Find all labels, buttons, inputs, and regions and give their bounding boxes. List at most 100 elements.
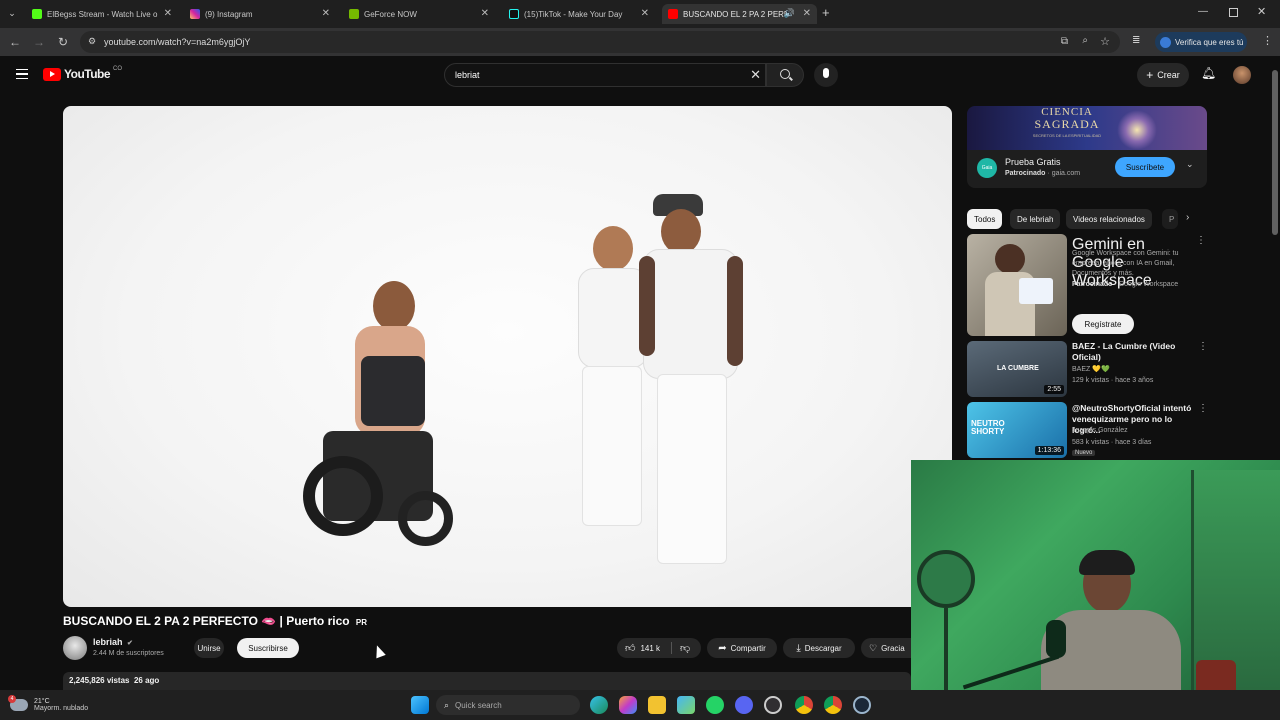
gaia-logo-icon: Gaia: [977, 158, 997, 178]
rec-menu-icon[interactable]: ⋮: [1198, 403, 1208, 414]
ad-banner[interactable]: CIENCIA SAGRADA SECRETOS DE LA ESPIRITUA…: [967, 106, 1207, 150]
browser-toolbar: ← → ↻ ⚙ youtube.com/watch?v=na2m6ygjOjY …: [0, 28, 1280, 56]
channel-name[interactable]: lebriah ✔: [93, 637, 133, 647]
bookmark-star-icon[interactable]: ☆: [1100, 35, 1110, 48]
steam-icon[interactable]: [853, 696, 871, 714]
weather-widget[interactable]: 4 21°C Mayorm. nublado: [8, 693, 88, 717]
thanks-button[interactable]: ♡ Gracia: [861, 638, 911, 658]
install-app-icon[interactable]: ⧉: [1061, 36, 1068, 47]
youtube-logo[interactable]: YouTube CO: [43, 66, 123, 81]
rec-title-baez[interactable]: BAEZ - La Cumbre (Video Oficial): [1072, 341, 1192, 363]
chrome-active-icon[interactable]: [824, 696, 842, 714]
close-tab-icon[interactable]: ✕: [164, 8, 172, 19]
taskbar-search[interactable]: ⌕ Quick search: [436, 695, 580, 715]
file-explorer-icon[interactable]: [648, 696, 666, 714]
join-button[interactable]: Unirse: [194, 638, 224, 658]
rec-thumbnail-neutro[interactable]: NEUTRO SHORTY 1:13:36: [967, 402, 1067, 458]
create-button[interactable]: + Crear: [1137, 63, 1189, 87]
forward-icon[interactable]: →: [32, 35, 46, 49]
close-tab-icon[interactable]: ✕: [803, 8, 811, 19]
obs-icon[interactable]: [764, 696, 782, 714]
rec-desc-gemini: Google Workspace con Gemini: tu empresa,…: [1072, 250, 1179, 277]
video-duration: 2:55: [1044, 385, 1064, 394]
rec-thumbnail-gemini[interactable]: [967, 234, 1067, 336]
address-bar[interactable]: ⚙ youtube.com/watch?v=na2m6ygjOjY ⧉ ⌕ ☆: [80, 31, 1120, 53]
rec-meta-neutro: 583 k vistas · hace 3 días: [1072, 439, 1152, 446]
voice-search-button[interactable]: [814, 63, 838, 87]
browser-menu-icon[interactable]: ⋮: [1262, 34, 1273, 47]
plus-icon: +: [1146, 68, 1154, 82]
rec-thumb-text: LA CUMBRE: [997, 365, 1039, 372]
ad-card[interactable]: Gaia Prueba Gratis Patrocinado · gaia.co…: [967, 150, 1207, 188]
tab-kick[interactable]: ElBegss Stream - Watch Live o ✕: [28, 4, 178, 24]
share-button[interactable]: ➦ Compartir: [707, 638, 777, 658]
chip-todos[interactable]: Todos: [967, 209, 1003, 229]
chip-scroll-right-icon[interactable]: ›: [1186, 212, 1189, 223]
close-tab-icon[interactable]: ✕: [322, 8, 330, 19]
close-tab-icon[interactable]: ✕: [481, 8, 489, 19]
rec-channel-neutro[interactable]: Juanpis González: [1072, 426, 1128, 436]
verify-identity-pill[interactable]: Verifica que eres tú: [1155, 32, 1247, 52]
notifications-bell-icon[interactable]: 🔔︎: [1201, 66, 1216, 80]
edge-icon[interactable]: [590, 696, 608, 714]
minimize-window-icon[interactable]: —: [1198, 6, 1208, 17]
rec-register-button[interactable]: Regístrate: [1072, 314, 1134, 334]
country-code: CO: [113, 66, 123, 72]
like-button[interactable]: 👍︎ 141 k: [625, 642, 660, 654]
chrome-icon[interactable]: [795, 696, 813, 714]
rec-channel-baez[interactable]: BAEZ 💛💚: [1072, 365, 1110, 375]
cloud-icon: 4: [8, 695, 28, 711]
youtube-header: YouTube CO lebriat ✕ + Crear 🔔︎: [0, 56, 1280, 94]
close-tab-icon[interactable]: ✕: [641, 8, 649, 19]
youtube-icon: [668, 9, 678, 19]
copilot-icon[interactable]: [619, 696, 637, 714]
taskbar-search-placeholder: Quick search: [455, 700, 502, 710]
clear-search-icon[interactable]: ✕: [750, 67, 761, 83]
close-window-icon[interactable]: ✕: [1257, 5, 1266, 18]
subscribe-button[interactable]: Suscribirse: [237, 638, 299, 658]
rec-thumbnail-baez[interactable]: LA CUMBRE 2:55: [967, 341, 1067, 397]
tab-search-icon[interactable]: ⌄: [6, 8, 18, 20]
windows-start-icon[interactable]: [411, 696, 429, 714]
site-info-icon[interactable]: ⚙: [88, 36, 96, 47]
webcam-fan: [917, 550, 975, 608]
back-icon[interactable]: ←: [8, 35, 22, 49]
chip-p[interactable]: P: [1162, 209, 1178, 229]
tab-tiktok[interactable]: (15)TikTok - Make Your Day ✕: [505, 4, 655, 24]
chip-videos-relacionados[interactable]: Videos relacionados: [1066, 209, 1152, 229]
tab-youtube-active[interactable]: BUSCANDO EL 2 PA 2 PERF 🔊 ✕: [662, 4, 817, 24]
rec-menu-icon[interactable]: ⋮: [1196, 235, 1206, 246]
thumbs-down-icon[interactable]: 👎︎: [680, 642, 690, 654]
search-input[interactable]: lebriat ✕: [444, 63, 766, 87]
reload-icon[interactable]: ↻: [56, 35, 70, 49]
audio-playing-icon[interactable]: 🔊: [784, 8, 795, 19]
discord-icon[interactable]: [735, 696, 753, 714]
description-box[interactable]: 2,245,826 vistas 26 ago: [63, 672, 911, 690]
ad-subscribe-button[interactable]: Suscríbete: [1115, 157, 1175, 177]
zoom-icon[interactable]: ⌕: [1082, 35, 1088, 46]
video-frame-person-right: [639, 194, 743, 574]
tab-instagram[interactable]: (9) Instagram ✕: [186, 4, 336, 24]
tab-title: (15)TikTok - Make Your Day: [524, 9, 623, 19]
chevron-down-icon[interactable]: ⌄: [1186, 159, 1194, 170]
thumbs-up-icon: 👍︎: [625, 643, 636, 654]
download-button[interactable]: ⤓ Descargar: [783, 638, 855, 658]
new-tab-button[interactable]: +: [822, 5, 830, 20]
store-icon[interactable]: [677, 696, 695, 714]
chip-de-lebriah[interactable]: De lebriah: [1010, 209, 1061, 229]
whatsapp-icon[interactable]: [706, 696, 724, 714]
search-button[interactable]: [766, 63, 804, 87]
maximize-window-icon[interactable]: [1229, 8, 1238, 17]
video-player[interactable]: [63, 106, 952, 607]
page-scrollbar[interactable]: [1272, 70, 1278, 235]
rec-menu-icon[interactable]: ⋮: [1198, 341, 1208, 352]
geforce-icon: [349, 9, 359, 19]
channel-avatar[interactable]: [63, 636, 87, 660]
kick-icon: [32, 9, 42, 19]
hamburger-menu-icon[interactable]: [16, 69, 28, 79]
video-frame-person-left: [303, 281, 473, 556]
account-avatar[interactable]: [1233, 66, 1251, 84]
reading-list-icon[interactable]: ≣: [1132, 35, 1140, 46]
webcam-person-cap: [1079, 550, 1135, 575]
tab-geforce-now[interactable]: GeForce NOW ✕: [345, 4, 495, 24]
